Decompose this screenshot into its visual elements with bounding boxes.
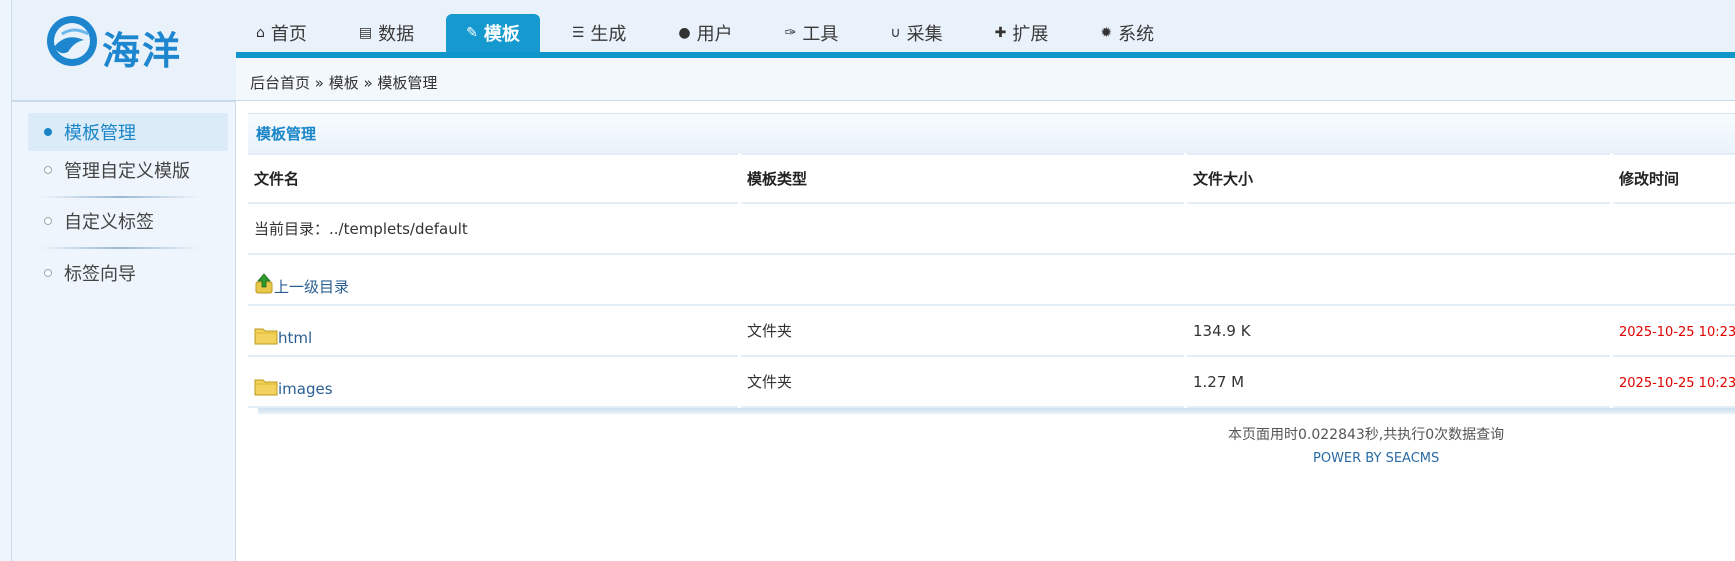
nav-tab-6[interactable]: ∪ 采集 [870, 14, 962, 52]
page-stat-text: 本页面用时0.022843秒,共执行0次数据查询 [1228, 427, 1505, 443]
file-table: 文件名 模板类型 文件大小 修改时间 当前目录：../templets/defa… [245, 153, 1735, 408]
column-header-type: 模板类型 [741, 153, 1184, 204]
nav-tab-label: 首页 [270, 24, 307, 45]
breadcrumb-bar: 后台首页 » 模板 » 模板管理 [236, 58, 1735, 101]
sidebar-item-custom-template[interactable]: 管理自定义模版 [28, 151, 228, 189]
nav-tab-label: 扩展 [1012, 24, 1049, 45]
folder-link[interactable]: html [278, 329, 312, 347]
type-cell: 文件夹 [741, 357, 1184, 408]
magnet-icon: ∪ [890, 25, 901, 41]
book-icon: ▤ [358, 25, 373, 41]
nav-tab-3[interactable]: ☰ 生成 [552, 14, 647, 52]
bullet-icon [44, 217, 52, 225]
edit-icon: ✎ [466, 25, 478, 41]
logo-area: 海洋 [12, 0, 236, 101]
table-header-row: 文件名 模板类型 文件大小 修改时间 [248, 153, 1735, 204]
sidebar-item-label: 管理自定义模版 [64, 161, 190, 182]
mtime-cell: 2025-10-25 10:23:46 [1613, 357, 1735, 408]
nav-tab-7[interactable]: ✚ 扩展 [975, 14, 1069, 52]
table-row: html 文件夹 134.9 K 2025-10-25 10:23:46 [248, 306, 1735, 357]
mtime-text: 2025-10-25 10:23:46 [1619, 324, 1735, 340]
nav-tab-label: 系统 [1118, 24, 1155, 45]
power-by-text: POWER BY SEACMS [1313, 451, 1440, 466]
sidebar-divider [40, 247, 200, 249]
bullet-icon [44, 166, 52, 174]
nav-tab-label: 模板 [483, 24, 520, 45]
server-icon: ☰ [571, 25, 585, 41]
gear-icon: ✹ [1100, 25, 1113, 41]
main-content: 模板管理 文件名 模板类型 文件大小 修改时间 当前目录：../templets… [248, 113, 1735, 414]
nav-tab-label: 数据 [378, 24, 415, 45]
sidebar-item-label: 自定义标签 [64, 212, 154, 233]
size-cell: 134.9 K [1187, 306, 1610, 357]
nav-tab-4[interactable]: ● 用户 [658, 14, 752, 52]
sidebar-item-label: 模板管理 [64, 123, 136, 144]
current-directory: 当前目录：../templets/default [248, 204, 1735, 255]
column-header-mtime: 修改时间 [1613, 153, 1735, 204]
column-header-filename: 文件名 [248, 153, 738, 204]
folder-icon[interactable] [254, 325, 278, 345]
nav-tab-0[interactable]: ⌂ 首页 [236, 14, 327, 52]
nav-tab-label: 采集 [906, 24, 943, 45]
nav-tab-5[interactable]: ✑ 工具 [765, 14, 859, 52]
sidebar-item-label: 标签向导 [64, 264, 136, 285]
bullet-icon [44, 128, 52, 136]
wrench-icon: ✑ [784, 25, 797, 41]
logo-text: 海洋 [102, 29, 183, 73]
filename-cell: html [248, 306, 738, 357]
current-dir-row: 当前目录：../templets/default [248, 204, 1735, 255]
folder-link[interactable]: images [278, 380, 333, 398]
mtime-text: 2025-10-25 10:23:46 [1619, 375, 1735, 391]
puzzle-icon: ✚ [994, 25, 1007, 41]
user-icon: ● [678, 25, 691, 41]
sidebar-item-template-manage[interactable]: 模板管理 [28, 113, 228, 151]
nav-tab-2[interactable]: ✎ 模板 [446, 14, 540, 52]
table-footer-bar [258, 408, 1735, 414]
bullet-icon [44, 269, 52, 277]
sidebar-divider [40, 196, 200, 198]
sidebar-item-tag-wizard[interactable]: 标签向导 [28, 254, 228, 292]
table-row: images 文件夹 1.27 M 2025-10-25 10:23:46 [248, 357, 1735, 408]
parent-dir-row: 上一级目录 [248, 255, 1735, 306]
size-cell: 1.27 M [1187, 357, 1610, 408]
sidebar-item-custom-tag[interactable]: 自定义标签 [28, 202, 228, 240]
parent-dir-cell: 上一级目录 [248, 255, 1735, 306]
left-edge-strip [0, 0, 12, 561]
home-icon: ⌂ [256, 25, 265, 41]
column-header-size: 文件大小 [1187, 153, 1610, 204]
folder-icon[interactable] [254, 376, 278, 396]
mtime-cell: 2025-10-25 10:23:46 [1613, 306, 1735, 357]
nav-tab-label: 用户 [696, 24, 733, 45]
main-nav: ⌂ 首页 ▤ 数据 ✎ 模板 ☰ 生成 ● 用户 ✑ 工具 ∪ 采集 ✚ 扩展 ✹ 系统 [236, 14, 1186, 52]
nav-tab-8[interactable]: ✹ 系统 [1080, 14, 1174, 52]
type-cell: 文件夹 [741, 306, 1184, 357]
nav-tab-label: 工具 [802, 24, 839, 45]
breadcrumb: 后台首页 » 模板 » 模板管理 [250, 74, 438, 92]
filename-cell: images [248, 357, 738, 408]
up-arrow-icon[interactable] [254, 272, 274, 294]
sidebar: 模板管理 管理自定义模版 自定义标签 标签向导 [12, 101, 236, 561]
nav-tab-1[interactable]: ▤ 数据 [339, 14, 434, 52]
parent-directory-link[interactable]: 上一级目录 [274, 278, 349, 296]
nav-tab-label: 生成 [590, 24, 627, 45]
panel-title: 模板管理 [248, 113, 1735, 153]
